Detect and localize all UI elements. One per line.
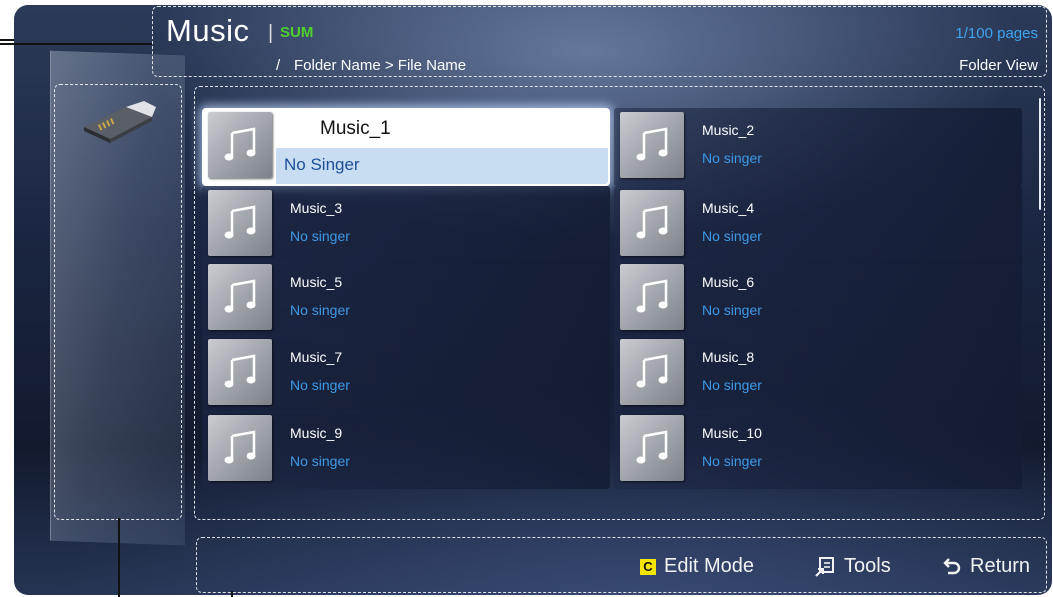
- callout-line-header: [0, 43, 152, 45]
- device-annotation-frame: [54, 84, 182, 520]
- header-annotation-frame: [152, 6, 1047, 77]
- callout-line-header-tip: [0, 39, 14, 41]
- callout-line-buttons: [231, 591, 233, 597]
- callout-line-device: [118, 518, 120, 597]
- buttons-annotation-frame: [196, 537, 1047, 593]
- list-annotation-frame: [194, 86, 1045, 520]
